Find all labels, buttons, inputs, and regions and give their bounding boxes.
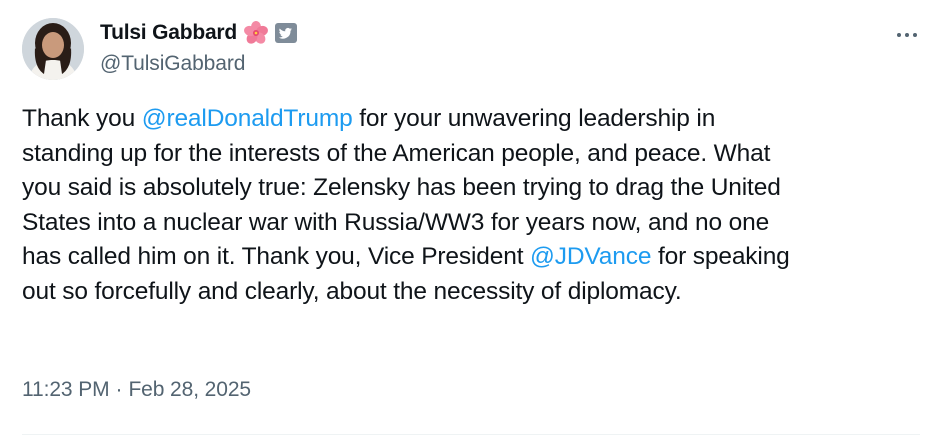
display-name[interactable]: Tulsi Gabbard — [100, 21, 237, 45]
tweet-text: Thank you @realDonaldTrump for your unwa… — [22, 102, 922, 309]
tweet-card: Tulsi Gabbard @TulsiGabbard Thank you @r… — [0, 0, 942, 440]
tweet-text-line: standing up for the interests of the Ame… — [22, 137, 922, 172]
hibiscus-icon — [244, 21, 268, 44]
tweet-text-line: has called him on it. Thank you, Vice Pr… — [22, 240, 922, 275]
tweet-text-line: out so forcefully and clearly, about the… — [22, 275, 922, 310]
divider — [22, 434, 920, 435]
tweet-text-segment: has called him on it. Thank you, Vice Pr… — [22, 243, 531, 270]
tweet-text-line: you said is absolutely true: Zelensky ha… — [22, 171, 922, 206]
more-horizontal-icon — [897, 33, 917, 37]
name-row: Tulsi Gabbard — [100, 18, 299, 48]
tweet-text-segment: standing up for the interests of the Ame… — [22, 139, 771, 167]
tweet-header: Tulsi Gabbard @TulsiGabbard — [100, 18, 299, 76]
tweet-timestamp: 11:23 PM · Feb 28, 2025 — [22, 378, 251, 402]
tweet-text-segment: States into a nuclear war with Russia/WW… — [22, 208, 770, 236]
tweet-text-line: States into a nuclear war with Russia/WW… — [22, 206, 922, 241]
avatar-image — [22, 18, 84, 80]
tweet-text-segment: you said is absolutely true: Zelensky ha… — [22, 174, 781, 201]
government-badge-icon[interactable] — [273, 20, 299, 46]
tweet-text-line: Thank you @realDonaldTrump for your unwa… — [22, 102, 922, 137]
mention-link[interactable]: @JDVance — [530, 243, 651, 270]
tweet-text-segment: for your unwavering leadership in — [352, 105, 716, 132]
tweet-text-segment: Thank you — [22, 105, 142, 132]
tweet-text-segment: for speaking — [651, 243, 790, 270]
tweet-text-segment: out so forcefully and clearly, about the… — [22, 277, 682, 305]
mention-link[interactable]: @realDonaldTrump — [142, 105, 353, 132]
tweet-time[interactable]: 11:23 PM — [22, 378, 110, 402]
avatar[interactable] — [22, 18, 84, 80]
user-handle[interactable]: @TulsiGabbard — [100, 52, 299, 76]
more-options-button[interactable] — [890, 18, 924, 52]
timestamp-separator: · — [115, 378, 123, 401]
tweet-date[interactable]: Feb 28, 2025 — [128, 378, 251, 402]
